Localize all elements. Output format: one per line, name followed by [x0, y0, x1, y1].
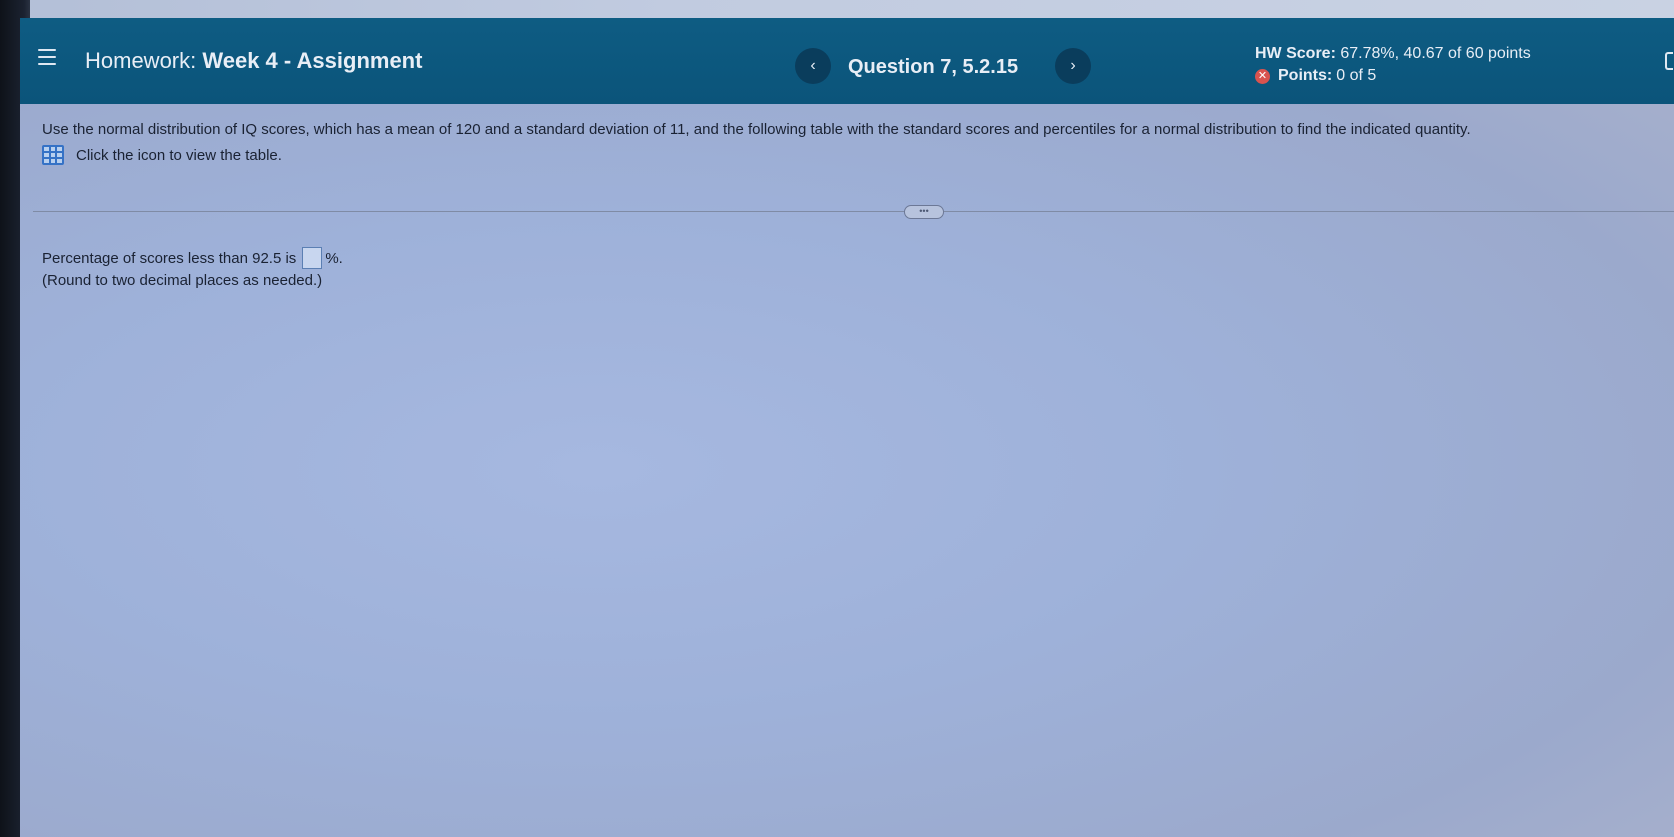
answer-suffix: %.: [325, 249, 343, 267]
answer-input[interactable]: [302, 247, 323, 269]
answer-prefix: Percentage of scores less than 92.5 is: [42, 249, 297, 267]
question-text: Use the normal distribution of IQ scores…: [42, 121, 1471, 138]
hw-score-value: 67.78%, 40.67 of 60 points: [1340, 45, 1531, 62]
answer-prompt: Percentage of scores less than 92.5 is %…: [42, 247, 343, 269]
homework-title-value: Week 4 - Assignment: [202, 48, 423, 73]
homework-title-label: Homework:: [85, 48, 197, 73]
points-line: ✕ Points: 0 of 5: [1255, 65, 1531, 87]
score-panel: HW Score: 67.78%, 40.67 of 60 points ✕ P…: [1255, 43, 1531, 87]
browser-screen: Homework: Week 4 - Assignment ‹ Question…: [20, 18, 1674, 837]
points-label: Points:: [1278, 67, 1333, 84]
points-value: 0 of 5: [1336, 67, 1377, 84]
next-question-button[interactable]: ›: [1055, 48, 1091, 84]
rounding-note: (Round to two decimal places as needed.): [42, 272, 323, 289]
homework-title: Homework: Week 4 - Assignment: [85, 48, 422, 74]
previous-question-button[interactable]: ‹: [795, 48, 831, 84]
table-grid-icon[interactable]: [42, 145, 64, 165]
hw-score-label: HW Score:: [1255, 45, 1336, 62]
view-table-link[interactable]: Click the icon to view the table.: [42, 145, 282, 165]
view-table-text[interactable]: Click the icon to view the table.: [76, 147, 282, 164]
question-number: Question 7, 5.2.15: [848, 56, 1019, 78]
hw-score-line: HW Score: 67.78%, 40.67 of 60 points: [1255, 43, 1531, 65]
expand-handle-button[interactable]: •••: [904, 205, 944, 219]
assignment-header: Homework: Week 4 - Assignment ‹ Question…: [20, 18, 1674, 104]
hamburger-menu-icon[interactable]: [38, 49, 56, 65]
side-panel-icon[interactable]: [1665, 52, 1673, 70]
chevron-left-icon: ‹: [810, 57, 816, 74]
monitor-bezel-top: [0, 0, 1674, 20]
section-divider: [33, 211, 1674, 212]
incorrect-x-icon: ✕: [1255, 68, 1270, 84]
chevron-right-icon: ›: [1070, 57, 1076, 74]
